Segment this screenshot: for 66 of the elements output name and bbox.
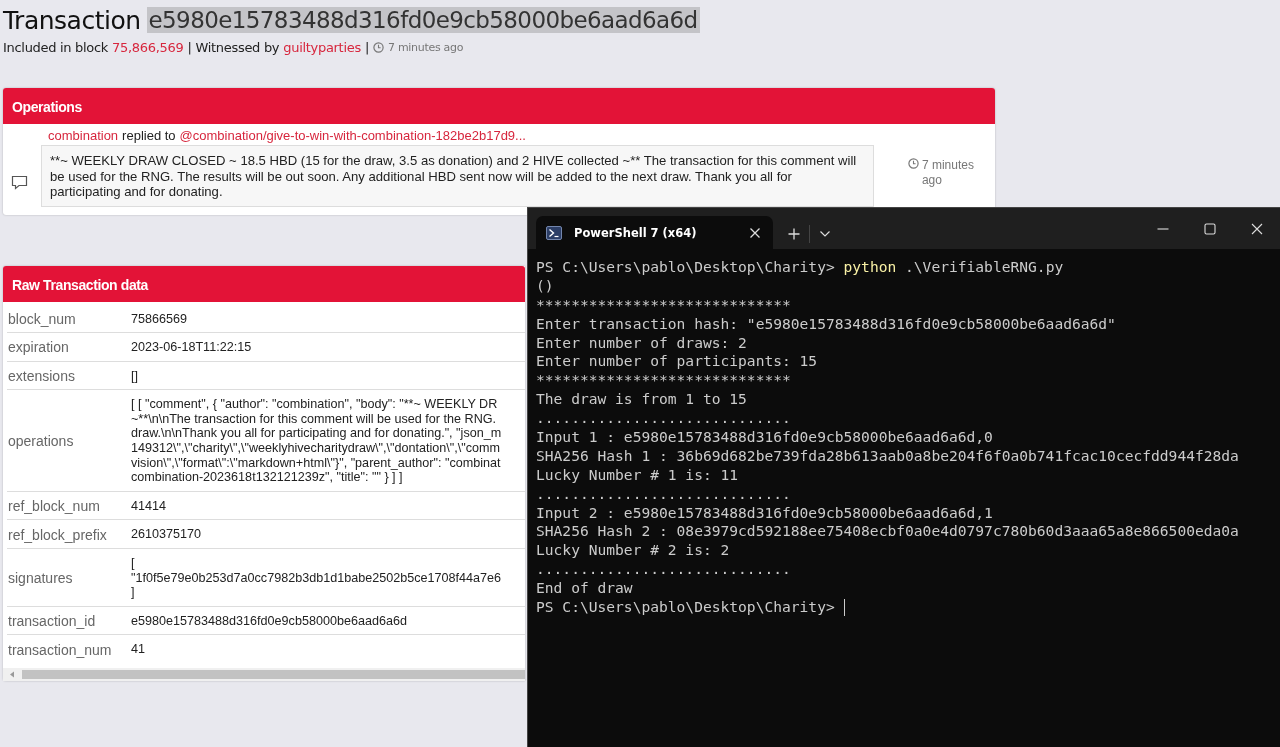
field-key: operations bbox=[7, 427, 131, 455]
maximize-icon bbox=[1203, 222, 1216, 235]
output-line: ***************************** bbox=[536, 295, 791, 315]
output-line: End of draw bbox=[536, 579, 633, 599]
clock-icon bbox=[907, 158, 919, 170]
field-value: [] bbox=[131, 367, 139, 385]
output-line: The draw is from 1 to 15 bbox=[536, 390, 747, 410]
field-key: ref_block_prefix bbox=[7, 520, 131, 548]
tab-title: PowerShell 7 (x64) bbox=[574, 225, 698, 240]
output-line: ............................. bbox=[536, 560, 791, 580]
action-text: replied to bbox=[122, 128, 176, 143]
close-icon bbox=[1250, 222, 1263, 235]
field-value: e5980e15783488d316fd0e9cb58000be6aad6a6d bbox=[131, 612, 408, 630]
field-value: 41 bbox=[131, 641, 146, 659]
output-line: Lucky Number # 2 is: 2 bbox=[536, 541, 730, 561]
meta-text: | Witnessed by bbox=[187, 40, 280, 55]
panel-header: Operations bbox=[3, 88, 995, 124]
output-line: SHA256 Hash 1 : 36b69d682be739fda28b613aab0a8be204f6f0a0b741fcac10cecfdd944f28da bbox=[536, 446, 1239, 466]
output-line: SHA256 Hash 2 : 08e3979cd592188ee75408ecbf0a0e4d0797c780b60d3aaa65a8e866500eda0a bbox=[536, 522, 1239, 542]
plus-icon bbox=[788, 228, 800, 240]
field-value: 2023-06-18T11:22:15 bbox=[131, 339, 253, 357]
prompt-text: PS C:\Users\pablo\Desktop\Charity> bbox=[536, 258, 835, 277]
prompt-text: PS C:\Users\pablo\Desktop\Charity> bbox=[536, 598, 835, 617]
powershell-icon bbox=[546, 225, 562, 240]
transaction-hash: e5980e15783488d316fd0e9cb58000be6aad6a6d bbox=[146, 7, 700, 33]
output-line: Input 1 : e5980e15783488d316fd0e9cb58000be6aad6a6d,0 bbox=[536, 428, 993, 447]
timestamp: 7 minutes ago bbox=[921, 158, 975, 189]
field-key: block_num bbox=[7, 304, 131, 332]
command-args: .\VerifiableRNG.py bbox=[905, 258, 1064, 277]
timestamp: 7 minutes ago bbox=[388, 41, 464, 54]
field-key: extensions bbox=[7, 362, 131, 389]
output-line: ............................. bbox=[536, 484, 791, 504]
field-value: 41414 bbox=[131, 497, 168, 515]
field-value: 2610375170 bbox=[131, 526, 203, 544]
text-cursor bbox=[843, 598, 845, 616]
comment-body: **~ WEEKLY DRAW CLOSED ~ 18.5 HBD (15 for the draw, 3.5 as donation) and 2 HIVE collected ~** The transaction for this comment will be used for the RNG. The results will be out soon. Any additional HBD sent now will be added to the next draw. Thank you all for participating and for donating. bbox=[41, 145, 874, 207]
output-line: () bbox=[536, 276, 554, 296]
output-line: Enter number of participants: 15 bbox=[536, 352, 818, 372]
field-key: ref_block_num bbox=[7, 492, 131, 520]
meta-text: Included in block bbox=[3, 40, 109, 55]
command-text: python bbox=[843, 258, 897, 277]
output-line: Lucky Number # 1 is: 11 bbox=[536, 465, 739, 485]
link[interactable]: 75,866,569 bbox=[112, 40, 184, 55]
field-value: [ [ "comment", { "author": "combination", "body": "**~ WEEKLY DR ~**\n\nThe transaction for this comment will be used for the RNG. draw.\n\nThank you all for participating and for donating.", "json_m 149312\",\"charity\",\"weeklyhivecharitydraw\",\"dontation\",\"comm vision\",\"format\":\"markdown+html\"}", "parent_author": "combinat combination-2023618t132121239z", "title": "" } ] ] bbox=[131, 396, 503, 487]
field-key: expiration bbox=[7, 333, 131, 361]
close-icon bbox=[749, 226, 761, 239]
clock-icon bbox=[373, 42, 384, 53]
output-line: Enter transaction hash: "e5980e15783488d316fd0e9cb58000be6aad6a6d" bbox=[536, 314, 1116, 334]
output-line: ............................. bbox=[536, 409, 791, 429]
meta-text: | bbox=[364, 40, 369, 55]
field-value: 75866569 bbox=[131, 310, 189, 328]
output-line: ***************************** bbox=[536, 371, 791, 391]
page-title: Transaction bbox=[3, 5, 141, 35]
panel-header: Raw Transaction data bbox=[3, 265, 525, 302]
terminal-tab[interactable]: PowerShell 7 (x64) bbox=[536, 216, 773, 249]
field-key: transaction_num bbox=[7, 635, 131, 663]
chevron-down-icon bbox=[820, 231, 830, 237]
field-key: signatures bbox=[7, 563, 131, 591]
output-line: Enter number of draws: 2 bbox=[536, 333, 747, 353]
permalink-link[interactable]: @combination/give-to-win-with-combination-182be2b17d9... bbox=[179, 128, 526, 143]
field-value: [ "1f0f5e79e0b253d7a0cc7982b3db1d1babe2502b5ce1708f44a7e6 ] bbox=[131, 555, 503, 602]
output-line: Input 2 : e5980e15783488d316fd0e9cb58000be6aad6a6d,1 bbox=[536, 503, 993, 523]
link[interactable]: guiltyparties bbox=[283, 40, 361, 55]
comment-icon bbox=[11, 174, 28, 190]
field-key: transaction_id bbox=[7, 607, 131, 635]
author-link[interactable]: combination bbox=[48, 128, 119, 143]
